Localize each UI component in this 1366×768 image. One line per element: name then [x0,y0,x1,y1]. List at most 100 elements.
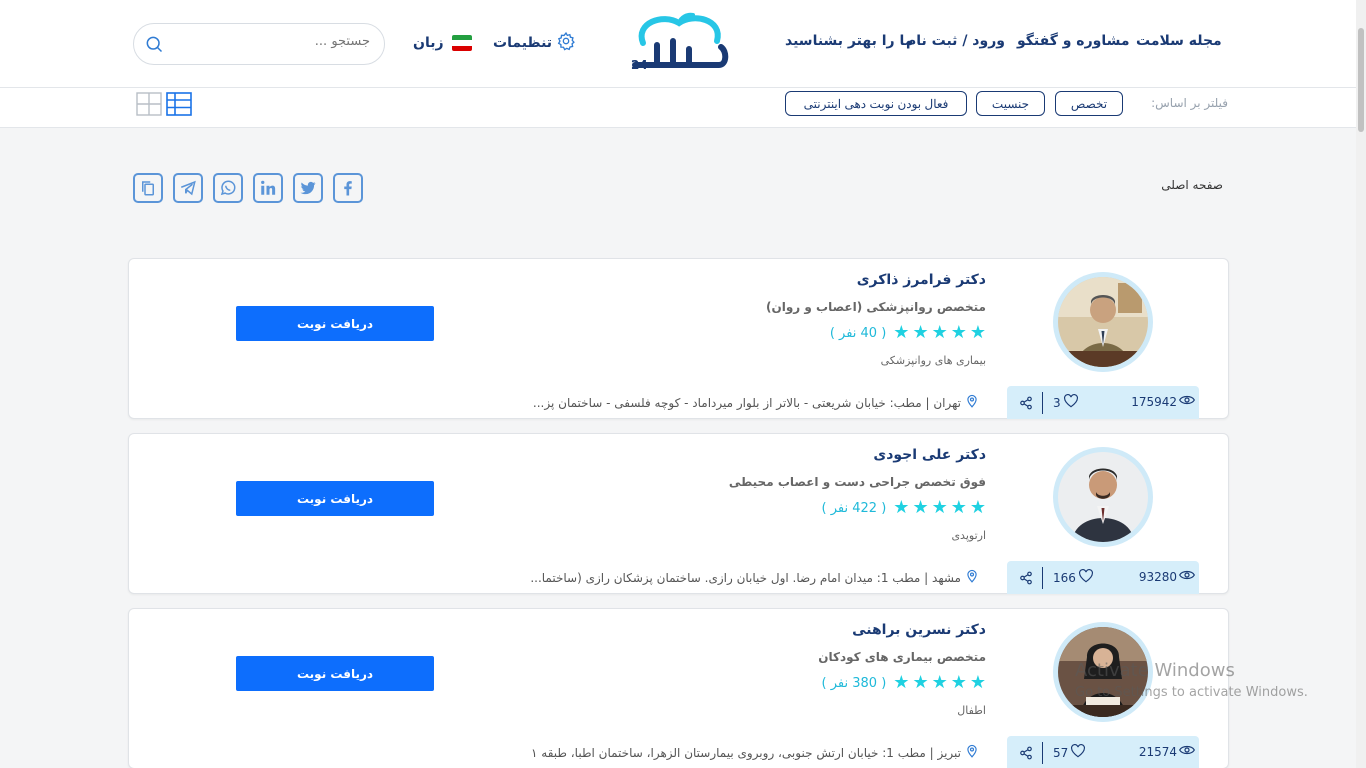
filter-bar: فیلتر بر اساس: تخصص جنسیت فعال بودن نوبت… [0,88,1356,128]
watermark-subtitle: Go to Settings to activate Windows. [1075,685,1308,700]
book-appointment-button[interactable]: دریافت نوبت [236,481,434,516]
filter-label: فیلتر بر اساس: [1151,96,1228,110]
linkedin-icon[interactable] [253,173,283,203]
stats-divider [1042,567,1043,589]
settings-menu[interactable]: تنظیمات [493,31,576,55]
nav-link-login-register[interactable]: ورود / ثبت نام [906,33,1005,49]
svg-text:24: 24 [631,58,648,72]
doctor-card: دکتر نسرین براهنی متخصص بیماری های کودکا… [128,608,1229,768]
address-text: تبریز | مطب 1: خیابان ارتش جنوبی، روبروی… [531,745,961,760]
star-icon: ★ [931,672,948,693]
doctor-card: دکتر علی اجودی فوق تخصص جراحی دست و اعصا… [128,433,1229,594]
rating-count: ( 422 نفر ) [821,500,887,516]
star-icon: ★ [931,497,948,518]
doctor-card: دکتر فرامرز ذاکری متخصص روانپزشکی (اعصاب… [128,258,1229,419]
doctor-name[interactable]: دکتر نسرین براهنی [852,622,986,638]
likes-count[interactable]: 57 [1053,744,1086,761]
nav-link-health-magazine[interactable]: مجله سلامت [1136,33,1222,49]
telegram-icon[interactable] [173,173,203,203]
doctor-category[interactable]: ارتوپدی [951,529,986,542]
list-view-icon[interactable] [166,92,192,120]
doctor-name[interactable]: دکتر فرامرز ذاکری [857,272,986,288]
twitter-icon[interactable] [293,173,323,203]
eye-icon [1178,394,1196,409]
address-text: مشهد | مطب 1: میدان امام رضا. اول خیابان… [530,570,961,585]
doctor-address: تهران | مطب: خیابان شریعتی - بالاتر از ب… [533,393,979,412]
settings-label: تنظیمات [493,35,553,51]
doctor-photo [1058,452,1148,542]
star-icon: ★ [912,497,929,518]
star-icon: ★ [912,322,929,343]
gear-icon [556,31,576,55]
doctor-category[interactable]: بیماری های روانپزشکی [881,354,986,367]
book-appointment-button[interactable]: دریافت نوبت [236,656,434,691]
nav-link-consultation[interactable]: مشاوره و گفتگو [1017,33,1130,49]
filter-chip-gender[interactable]: جنسیت [976,91,1045,116]
doctor-stats: 93280 166 [1007,561,1199,594]
doctor-photo [1058,277,1148,367]
doctor-stats: 21574 57 [1007,736,1199,768]
views-count: 175942 [1131,394,1196,409]
location-pin-icon [965,568,979,587]
star-icon: ★ [931,322,948,343]
rating-stars: ★ ★ ★ ★ ★ ( 40 نفر ) [830,323,986,343]
language-selector[interactable]: زبان [413,32,472,54]
doctor-name[interactable]: دکتر علی اجودی [873,447,986,463]
doctor-specialty: فوق تخصص جراحی دست و اعصاب محیطی [728,475,986,489]
rating-stars: ★ ★ ★ ★ ★ ( 380 نفر ) [822,673,986,693]
filter-chip-specialty[interactable]: تخصص [1055,91,1123,116]
doctor-avatar[interactable] [1053,447,1153,547]
heart-icon[interactable] [1063,394,1079,411]
star-icon: ★ [969,322,986,343]
stats-divider [1042,742,1043,764]
address-text: تهران | مطب: خیابان شریعتی - بالاتر از ب… [532,395,961,410]
windows-activation-watermark: Activate Windows Go to Settings to activ… [1075,660,1308,700]
heart-icon[interactable] [1078,569,1094,586]
copy-icon[interactable] [133,173,163,203]
heart-icon[interactable] [1070,744,1086,761]
search-icon[interactable] [144,34,164,58]
breadcrumb-home[interactable]: صفحه اصلی [1161,178,1223,192]
book-appointment-button[interactable]: دریافت نوبت [236,306,434,341]
share-icon[interactable] [1019,395,1033,414]
share-icon[interactable] [1019,745,1033,764]
location-pin-icon [965,393,979,412]
rating-stars: ★ ★ ★ ★ ★ ( 422 نفر ) [822,498,986,518]
stats-divider [1042,392,1043,414]
star-icon: ★ [969,672,986,693]
grid-view-icon[interactable] [136,92,162,120]
views-count: 93280 [1139,569,1196,584]
language-label: زبان [413,35,444,51]
star-icon: ★ [950,322,967,343]
star-icon: ★ [893,322,910,343]
scrollbar-thumb[interactable] [1358,28,1364,132]
search-box [133,23,385,65]
doctor-avatar[interactable] [1053,272,1153,372]
location-pin-icon [965,743,979,762]
eye-icon [1178,569,1196,584]
star-icon: ★ [912,672,929,693]
doctor-address: مشهد | مطب 1: میدان امام رضا. اول خیابان… [530,568,979,587]
whatsapp-icon[interactable] [213,173,243,203]
doctor-address: تبریز | مطب 1: خیابان ارتش جنوبی، روبروی… [531,743,979,762]
search-input[interactable] [190,34,370,49]
nav-link-about-us[interactable]: ما را بهتر بشناسید [785,33,913,49]
star-icon: ★ [969,497,986,518]
views-count: 21574 [1139,744,1196,759]
rating-count: ( 40 نفر ) [829,325,887,341]
doctor-stats: 175942 3 [1007,386,1199,419]
share-icon[interactable] [1019,570,1033,589]
filter-chip-online-booking[interactable]: فعال بودن نوبت دهی اینترنتی [785,91,967,116]
doctor-category[interactable]: اطفال [957,704,986,717]
star-icon: ★ [950,672,967,693]
star-icon: ★ [893,672,910,693]
likes-count[interactable]: 166 [1053,569,1094,586]
facebook-icon[interactable] [333,173,363,203]
rating-count: ( 380 نفر ) [821,675,887,691]
star-icon: ★ [893,497,910,518]
likes-count[interactable]: 3 [1053,394,1079,411]
site-logo[interactable]: 24 [627,11,731,75]
page-scrollbar[interactable] [1356,0,1366,768]
watermark-title: Activate Windows [1075,660,1235,681]
doctor-specialty: متخصص بیماری های کودکان [818,650,986,664]
